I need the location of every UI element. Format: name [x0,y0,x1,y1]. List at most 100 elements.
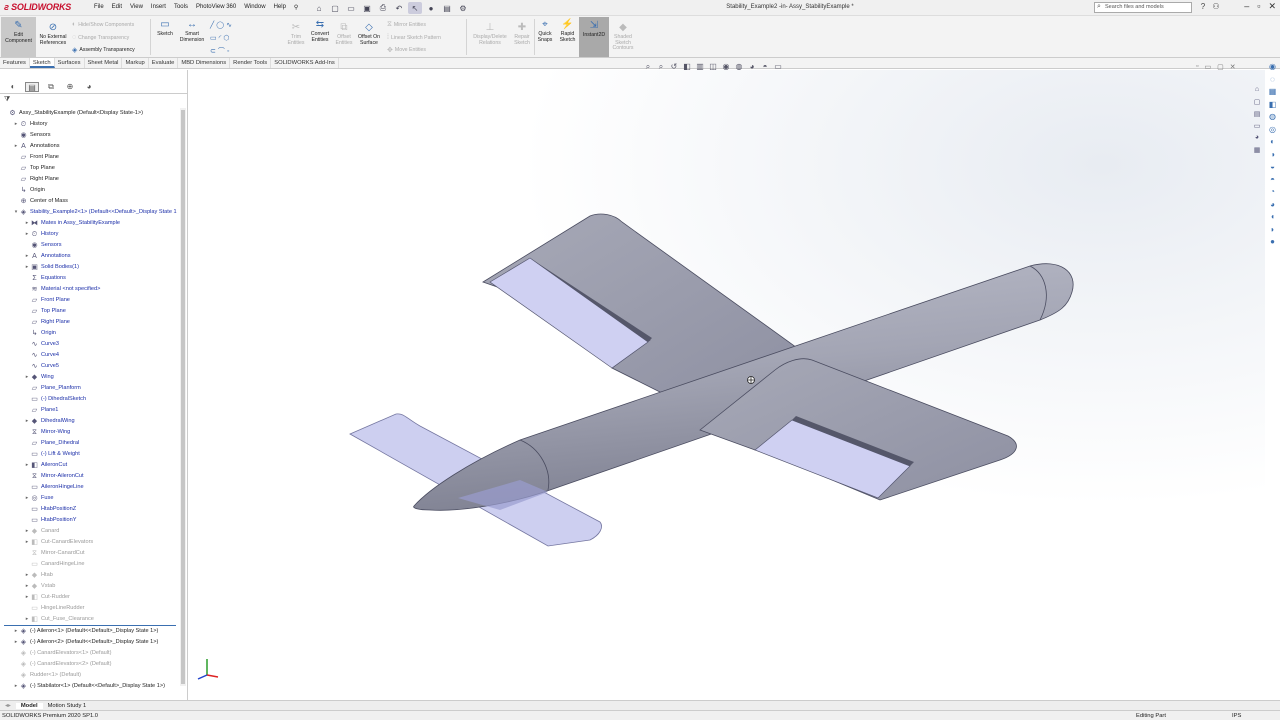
hide-show-components-button[interactable]: ◐ Hide/Show Components [72,21,134,28]
tree-scrollbar[interactable] [180,108,186,686]
tab-addins[interactable]: SOLIDWORKS Add-Ins [271,58,339,68]
menu-photoview[interactable]: PhotoView 360 [192,4,240,11]
assembly-transparency-button[interactable]: ◈ Assembly Transparency [72,46,135,54]
tree-item[interactable]: ▭ AileronHingeLine [0,482,182,493]
tree-item[interactable]: ▱ Front Plane [0,152,182,163]
tab-markup[interactable]: Markup [122,58,149,68]
3d-content-icon[interactable]: ◌ [1265,75,1280,88]
offset-on-surface-button[interactable]: ◇ Offset On Surface [357,22,381,46]
view-palette-icon[interactable]: ◧ [1265,100,1280,113]
tree-item[interactable]: ▸ ◧ Cut_Fuse_Clearance [0,614,182,625]
plugin-icon-5[interactable]: ◔ [1265,187,1280,200]
save-icon[interactable]: ▣ [360,2,374,14]
zoom-to-fit-icon[interactable]: ⌕ [643,62,653,72]
tab-sketch[interactable]: Sketch [29,58,55,68]
change-transparency-button[interactable]: ◌ Change Transparency [72,34,129,41]
tree-item[interactable]: ▸ ◈ (-) Aileron<2> (Default<<Default>_Disp… [0,637,182,648]
close-icon[interactable]: ✕ [1268,1,1276,12]
smart-dimension-button[interactable]: ↔ Smart Dimension [178,19,206,43]
tree-item[interactable]: ◉ Sensors [0,130,182,141]
appearances-icon[interactable]: ◕ [1250,134,1264,146]
linear-sketch-pattern-button[interactable]: ⁞ Linear Sketch Pattern [387,34,441,41]
move-entities-button[interactable]: ✥ Move Entities [387,46,426,54]
pin-icon[interactable]: ⚲ [290,4,302,11]
home-view-icon[interactable]: ⌂ [1250,86,1264,98]
plugin-icon-2[interactable]: ◑ [1265,150,1280,163]
tree-item[interactable]: ▸ ▣ Solid Bodies(1) [0,262,182,273]
repair-sketch-button[interactable]: ✚ Repair Sketch [511,22,533,46]
plugin-icon-7[interactable]: ◖ [1265,212,1280,225]
graphics-area[interactable]: ⌕ ⌕ ↺ ◧ ▥ ◫ ◉ ◍ ◕ ◓ ▭ [189,62,1265,700]
shaded-sketch-contours-button[interactable]: ◆ Shaded Sketch Contours [610,22,636,52]
sketch-entities-row-1[interactable]: ╱ ◯ ∿ [210,21,232,29]
tab-surfaces[interactable]: Surfaces [55,58,85,68]
quick-snaps-button[interactable]: ⌖ Quick Snaps [535,19,555,43]
file-explorer-icon[interactable]: ▭ [1250,122,1264,134]
tab-motion-study[interactable]: Motion Study 1 [43,703,92,709]
filter-icon[interactable]: ⧩ [4,96,10,104]
tree-item[interactable]: ▭ (-) Lift & Weight [0,449,182,460]
plugin-icon-9[interactable]: ● [1265,237,1280,250]
tab-render-tools[interactable]: Render Tools [230,58,272,68]
tree-item[interactable]: ⚙ Assy_StabilityExample (Default<Display … [0,108,182,119]
tree-item[interactable]: ↳ Origin [0,328,182,339]
viewport-maximize-icon[interactable]: ▢ [1217,63,1224,71]
custom-properties-icon[interactable]: ▦ [1250,146,1264,158]
tab-evaluate[interactable]: Evaluate [149,58,179,68]
trim-entities-button[interactable]: ✂ Trim Entities [285,22,307,46]
tree-item[interactable]: ◈ (-) CanardElevators<2> (Default) [0,659,182,670]
previous-view-icon[interactable]: ↺ [669,62,679,72]
plugin-icon-3[interactable]: ◒ [1265,162,1280,175]
tree-item[interactable]: ▸ ◆ Wing [0,372,182,383]
new-document-icon[interactable]: ▢ [328,2,342,14]
toolbox-icon[interactable]: ▦ [1265,87,1280,100]
viewport-close-icon[interactable]: ✕ [1230,63,1236,71]
edit-component-button[interactable]: ✎ Edit Component [1,17,36,57]
tree-item[interactable]: ▭ HtabPositionY [0,515,182,526]
tab-sheet-metal[interactable]: Sheet Metal [85,58,123,68]
tree-item[interactable]: ▸ ◎ Fuse [0,493,182,504]
rapid-sketch-button[interactable]: ⚡ Rapid Sketch [557,19,578,43]
instant2d-button[interactable]: ⇲ Instant2D [579,17,609,57]
sketch-entities-row-2[interactable]: ▭ ◜ ⬡ [210,34,229,42]
plugin-icon-4[interactable]: ◓ [1265,175,1280,188]
options-icon[interactable]: ⚙ [456,2,470,14]
tree-item[interactable]: ▱ Right Plane [0,317,182,328]
menu-edit[interactable]: Edit [108,4,126,11]
tree-item[interactable]: ▭ HtabPositionZ [0,504,182,515]
tree-item[interactable]: ∿ Curve3 [0,339,182,350]
convert-entities-button[interactable]: ⇆ Convert Entities [308,19,332,43]
display-manager-tab-icon[interactable]: ◕ [82,82,96,92]
print-icon[interactable]: ⎙ [376,2,390,14]
menu-help[interactable]: Help [270,4,290,11]
tree-item[interactable]: ▸ ◧ Cut-Rudder [0,592,182,603]
tree-item[interactable]: ≋ Material <not specified> [0,284,182,295]
design-library-icon[interactable]: ▤ [1250,110,1264,122]
tree-item[interactable]: ▸ ◈ (-) Stabilator<1> (Default<<Default>_D… [0,681,182,692]
tree-item[interactable]: ◈ Rudder<1> (Default) [0,670,182,681]
dimxpert-tab-icon[interactable]: ⊕ [63,82,77,92]
menu-insert[interactable]: Insert [147,4,170,11]
sketch-button[interactable]: ▭ Sketch [154,19,176,38]
tree-item[interactable]: ◉ Sensors [0,240,182,251]
menu-view[interactable]: View [126,4,147,11]
tree-item[interactable]: ▱ Top Plane [0,163,182,174]
tree-item[interactable]: ▸ ◆ Htab [0,570,182,581]
section-view-icon[interactable]: ◧ [682,62,692,72]
appearance-scene-icon[interactable]: ◍ [1265,112,1280,125]
solidworks-resources-icon[interactable]: ◉ [1265,62,1280,75]
tree-item[interactable]: ▭ CanardHingeLine [0,559,182,570]
tree-item[interactable]: ↳ Origin [0,185,182,196]
maximize-icon[interactable]: ▫ [1257,1,1260,12]
tree-item[interactable]: ▱ Plane_Dihedral [0,438,182,449]
tree-item[interactable]: ▱ Top Plane [0,306,182,317]
tree-item[interactable]: ▸ ◆ DihedralWing [0,416,182,427]
tree-item[interactable]: ▾ ◈ Stability_Example2<1> (Default<<Defaul… [0,207,182,218]
tab-model[interactable]: Model [15,702,43,709]
menu-file[interactable]: File [90,4,108,11]
edit-appearance-icon[interactable]: ◕ [747,62,757,72]
help-icon[interactable]: ? [1198,2,1208,11]
hide-show-items-icon[interactable]: ◍ [734,62,744,72]
mirror-entities-button[interactable]: ⧖ Mirror Entities [387,21,426,29]
configuration-manager-tab-icon[interactable]: ⧉ [44,82,58,92]
